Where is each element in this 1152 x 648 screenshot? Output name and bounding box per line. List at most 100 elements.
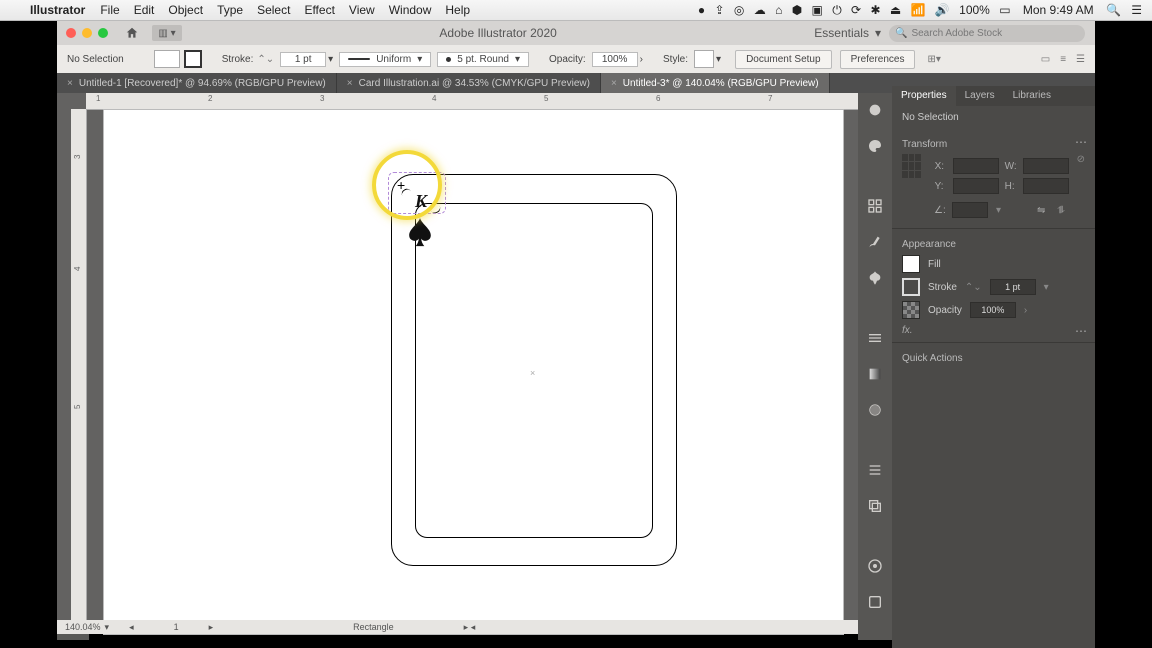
status-icon[interactable]: ⇪ [715,3,725,17]
stroke-weight-dropdown[interactable]: ▾ [328,54,333,65]
color-guide-panel-icon[interactable] [864,135,886,157]
status-icon[interactable]: ● [698,3,705,17]
stroke-weight-field[interactable]: 1 pt [280,52,326,67]
artboard-next[interactable]: ▸ [209,622,214,633]
status-icon[interactable]: ⏻ [832,3,842,17]
status-icon[interactable]: ⌂ [775,3,782,17]
close-tab-icon[interactable]: × [67,78,73,89]
opacity-swatch[interactable] [902,301,920,319]
pathfinder-panel-icon[interactable] [864,495,886,517]
swatches-panel-icon[interactable] [864,195,886,217]
angle-field[interactable] [952,202,988,218]
panel-menu-icon[interactable]: ☰ [1076,54,1085,65]
menu-object[interactable]: Object [168,3,203,17]
flip-horizontal-icon[interactable]: ⇋ [1037,205,1045,216]
close-window-button[interactable] [66,28,76,38]
brush-dropdown[interactable]: 5 pt. Round ▾ [437,52,529,67]
color-panel-icon[interactable] [864,99,886,121]
appearance-panel-icon[interactable] [864,555,886,577]
menu-view[interactable]: View [349,3,375,17]
align-panel-icon[interactable] [864,459,886,481]
opacity-field[interactable]: 100% [970,302,1016,318]
home-button[interactable] [122,25,142,41]
status-icon[interactable]: ⟳ [851,3,861,17]
fx-button[interactable]: fx. [902,325,1085,336]
adobe-stock-search[interactable]: 🔍 Search Adobe Stock [889,25,1085,42]
symbols-panel-icon[interactable] [864,267,886,289]
battery-icon[interactable]: ▭ [999,3,1010,17]
opacity-dropdown[interactable]: › [640,54,643,65]
volume-icon[interactable]: 🔊 [935,3,950,17]
stroke-swatch[interactable] [184,50,202,68]
menu-edit[interactable]: Edit [134,3,155,17]
fill-swatch[interactable] [902,255,920,273]
menu-effect[interactable]: Effect [304,3,334,17]
workspace-switcher[interactable]: Essentials▾ [814,26,881,40]
horizontal-ruler[interactable]: 1 2 3 4 5 6 7 [86,93,912,110]
status-nav[interactable]: ▸ ◂ [464,622,476,633]
reference-point-selector[interactable] [902,154,921,178]
align-button[interactable]: ⊞▾ [927,54,940,65]
status-icon[interactable]: ▣ [812,3,823,17]
spade-icon[interactable] [407,218,433,246]
artboard-prev[interactable]: ◂ [129,622,134,633]
stroke-profile-dropdown[interactable]: Uniform ▾ [339,52,431,67]
spotlight-icon[interactable]: 🔍 [1106,3,1121,17]
clock[interactable]: Mon 9:49 AM [1023,3,1094,17]
wifi-icon[interactable]: 📶 [911,3,926,17]
menu-help[interactable]: Help [445,3,470,17]
menu-file[interactable]: File [100,3,119,17]
tab-properties[interactable]: Properties [892,86,956,106]
status-icon[interactable]: ⬢ [792,3,802,17]
document-tab[interactable]: ×Untitled-3* @ 140.04% (RGB/GPU Preview) [601,73,830,93]
transform-more-icon[interactable]: ⋯ [1075,135,1087,149]
document-setup-button[interactable]: Document Setup [735,50,832,69]
preferences-button[interactable]: Preferences [840,50,916,69]
graphic-style-dropdown[interactable]: ▾ [716,54,721,65]
stroke-weight-field[interactable]: 1 pt [990,279,1036,295]
menu-window[interactable]: Window [389,3,432,17]
maximize-window-button[interactable] [98,28,108,38]
h-field[interactable] [1023,178,1069,194]
flip-vertical-icon[interactable]: ⥮ [1057,205,1064,216]
stroke-swatch[interactable] [902,278,920,296]
link-wh-icon[interactable]: ⊘ [1077,154,1085,165]
brushes-panel-icon[interactable] [864,231,886,253]
close-tab-icon[interactable]: × [611,78,617,89]
stroke-panel-icon[interactable] [864,327,886,349]
minimize-window-button[interactable] [82,28,92,38]
tab-libraries[interactable]: Libraries [1004,86,1060,106]
status-icon[interactable]: ◎ [734,3,744,17]
stroke-stepper[interactable]: ⌃⌄ [257,54,274,65]
artboard[interactable]: K + × [104,110,843,634]
fill-swatch[interactable] [154,50,180,68]
tab-layers[interactable]: Layers [956,86,1004,106]
w-field[interactable] [1023,158,1069,174]
close-tab-icon[interactable]: × [347,78,353,89]
arrange-documents-button[interactable]: ▥ ▾ [152,25,182,41]
app-name-menu[interactable]: Illustrator [30,3,85,17]
transparency-panel-icon[interactable] [864,399,886,421]
fill-label: Fill [928,259,941,270]
opacity-field[interactable]: 100% [592,52,638,67]
macos-menubar: Illustrator File Edit Object Type Select… [0,0,1152,21]
zoom-level[interactable]: 140.04% [65,622,101,632]
document-tab[interactable]: ×Card Illustration.ai @ 34.53% (CMYK/GPU… [337,73,601,93]
x-field[interactable] [953,158,999,174]
control-icon[interactable]: ≡ [1060,54,1066,65]
airdrop-icon[interactable]: ⏏ [890,3,901,17]
document-tab[interactable]: ×Untitled-1 [Recovered]* @ 94.69% (RGB/G… [57,73,337,93]
gradient-panel-icon[interactable] [864,363,886,385]
control-center-icon[interactable]: ☰ [1131,3,1142,17]
status-icon[interactable]: ☁ [754,3,766,17]
appearance-more-icon[interactable]: ⋯ [1075,324,1087,338]
control-icon[interactable]: ▭ [1041,54,1050,65]
bluetooth-icon[interactable]: ✱ [870,3,880,17]
vertical-ruler[interactable]: 3 4 5 [71,109,87,620]
graphic-style-swatch[interactable] [694,50,714,68]
y-field[interactable] [953,178,999,194]
artboard-number[interactable]: 1 [174,622,179,632]
menu-type[interactable]: Type [217,3,243,17]
menu-select[interactable]: Select [257,3,290,17]
graphic-styles-panel-icon[interactable] [864,591,886,613]
